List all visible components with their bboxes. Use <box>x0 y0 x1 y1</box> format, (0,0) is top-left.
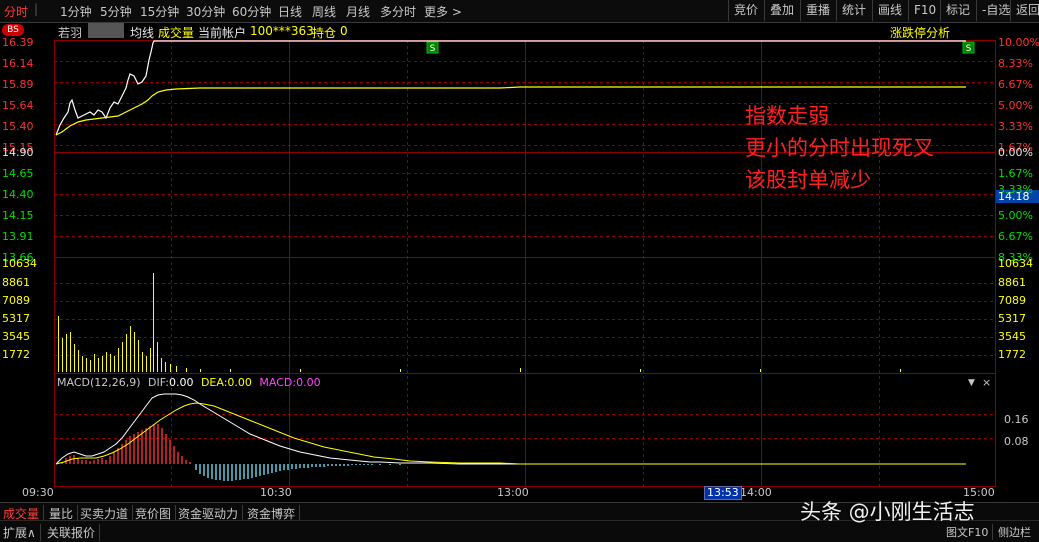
volume-label-right: 8861 <box>998 276 1026 289</box>
percent-label: 3.33% <box>998 120 1033 133</box>
volume-label-right: 7089 <box>998 294 1026 307</box>
volume-label-right: 5317 <box>998 312 1026 325</box>
price-label: 16.14 <box>2 57 34 70</box>
annotation-line-2: 更小的分时出现死叉 <box>745 136 934 160</box>
percent-label: 8.33% <box>998 57 1033 70</box>
annotation-text: 指数走弱 更小的分时出现死叉 该股封单减少 <box>745 100 934 196</box>
sell-marker-2[interactable]: S <box>962 41 975 54</box>
sell-marker-1[interactable]: S <box>426 41 439 54</box>
volume-label-right: 3545 <box>998 330 1026 343</box>
annotation-line-1: 指数走弱 <box>745 104 829 128</box>
macd-dea-line <box>55 402 966 465</box>
volume-label-left: 10634 <box>2 257 37 270</box>
percent-label: 5.00% <box>998 99 1033 112</box>
annotation-line-3: 该股封单减少 <box>745 168 871 192</box>
current-price-label: 14.18 <box>998 190 1030 203</box>
macd-tick: 0.08 <box>1004 435 1029 448</box>
price-label: 15.64 <box>2 99 34 112</box>
macd-value: 0.00 <box>296 376 321 389</box>
percent-label-zero: 0.00% <box>998 146 1033 159</box>
macd-close-icon[interactable]: × <box>982 376 991 389</box>
svg-text:S: S <box>430 44 436 54</box>
price-label: 14.15 <box>2 209 34 222</box>
price-label: 16.39 <box>2 36 34 49</box>
cursor-time-box: 13:53 <box>704 486 742 500</box>
volume-label-left: 1772 <box>2 348 30 361</box>
macd-dropdown-icon[interactable]: ▼ <box>968 378 975 388</box>
macd-title: MACD(12,26,9) <box>57 376 141 389</box>
macd-tick: 0.16 <box>1004 413 1029 426</box>
sidebar-button[interactable]: 侧边栏 <box>998 524 1035 540</box>
dea-label: DEA: <box>200 376 228 389</box>
dif-label: DIF: <box>148 376 169 389</box>
macd-header: MACD(12,26,9) DIF:0.00 DEA:0.00 MACD:0.0… <box>57 376 321 389</box>
percent-label: 6.67% <box>998 230 1033 243</box>
price-label: 14.40 <box>2 188 34 201</box>
volume-label-left: 5317 <box>2 312 30 325</box>
expand-button[interactable]: 扩展∧ <box>3 524 41 541</box>
price-label: 15.89 <box>2 78 34 91</box>
time-label: 09:30 <box>22 486 54 499</box>
price-label: 14.65 <box>2 167 34 180</box>
percent-label: 10.00% <box>998 36 1039 49</box>
percent-label: 1.67% <box>998 167 1033 180</box>
watermark: 头条 @小刚生活志 <box>800 500 975 524</box>
percent-label: 6.67% <box>998 78 1033 91</box>
volume-label-left: 7089 <box>2 294 30 307</box>
f10-text-button[interactable]: 图文F10 <box>946 524 994 540</box>
time-label: 14:00 <box>740 486 772 499</box>
volume-label-left: 8861 <box>2 276 30 289</box>
dif-value: 0.00 <box>168 376 194 389</box>
related-quotes-tab[interactable]: 关联报价 <box>47 524 101 541</box>
price-label: 13.91 <box>2 230 34 243</box>
price-label-zero: 14.90 <box>2 146 34 159</box>
volume-label-left: 3545 <box>2 330 30 343</box>
price-label: 15.40 <box>2 120 34 133</box>
macd-dif-line <box>55 393 966 465</box>
svg-text:S: S <box>966 44 972 54</box>
dea-value: 0.00 <box>227 376 252 389</box>
macd-label: MACD: <box>259 376 297 389</box>
volume-label-right: 1772 <box>998 348 1026 361</box>
time-label: 13:00 <box>497 486 529 499</box>
volume-bars <box>58 273 901 372</box>
intraday-chart: S S ▼ × <box>54 40 1039 487</box>
percent-label: 5.00% <box>998 209 1033 222</box>
volume-label-right: 10634 <box>998 257 1033 270</box>
time-label: 10:30 <box>260 486 292 499</box>
